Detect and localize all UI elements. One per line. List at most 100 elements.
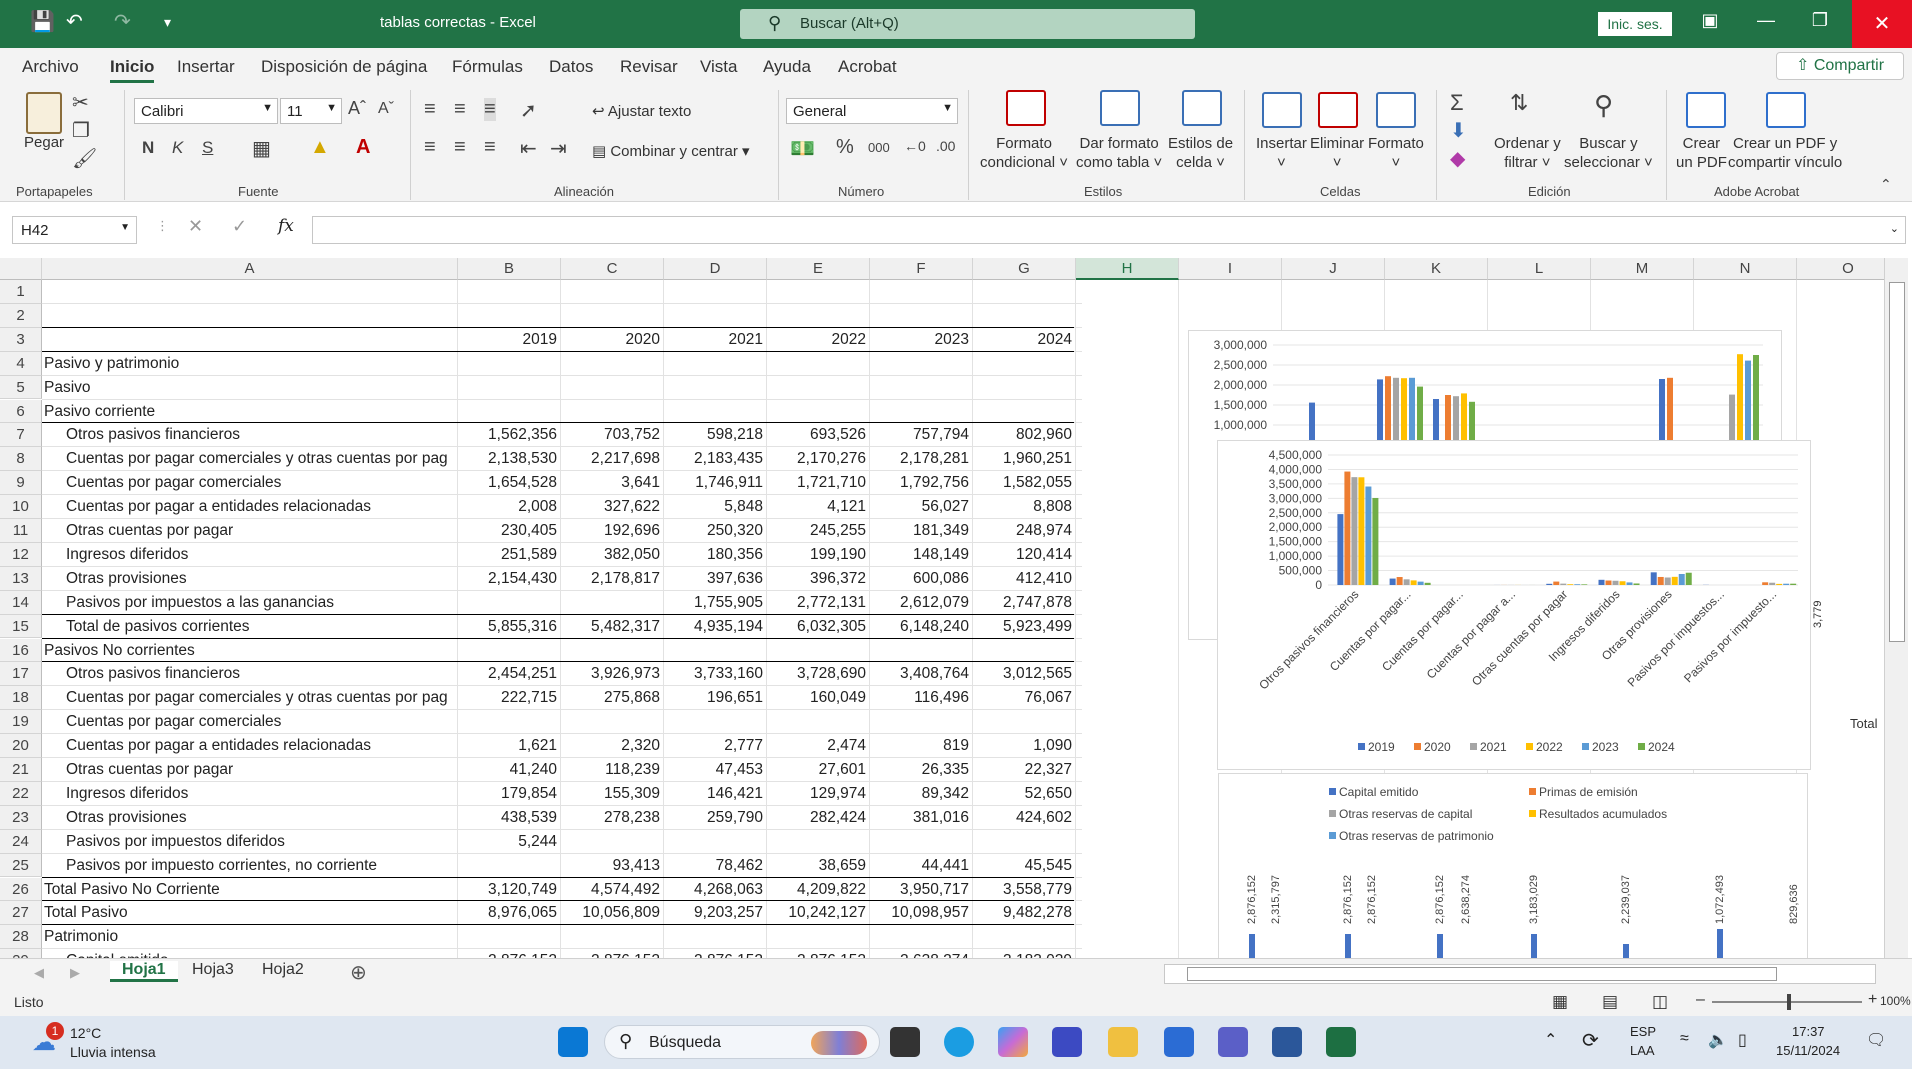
lang-layout[interactable]: LAA — [1630, 1043, 1655, 1058]
value-cell[interactable] — [767, 376, 870, 400]
tab-insertar[interactable]: Insertar — [177, 57, 235, 77]
bar-2019-0[interactable] — [1337, 514, 1344, 585]
value-cell[interactable]: 129,974 — [767, 782, 870, 806]
chart-patrimonio[interactable]: Capital emitido Primas de emisión Otras re… — [1218, 773, 1808, 958]
value-cell[interactable] — [767, 304, 870, 328]
customize-quick-access-icon[interactable]: ▾ — [164, 12, 171, 32]
value-cell[interactable] — [664, 639, 767, 663]
taskbar-search[interactable]: ⚲ Búsqueda — [604, 1025, 880, 1059]
value-cell[interactable]: 2,876,152 — [767, 949, 870, 958]
value-cell[interactable] — [870, 830, 973, 854]
bar-2023-8[interactable] — [1783, 583, 1790, 585]
value-cell[interactable]: 1,960,251 — [973, 447, 1076, 471]
value-cell[interactable]: 2021 — [664, 328, 767, 352]
redo-icon[interactable]: ↷ — [114, 12, 131, 32]
value-cell[interactable]: 2,154,430 — [458, 567, 561, 591]
row-header[interactable]: 12 — [0, 542, 42, 567]
bar-2022-1[interactable] — [1410, 580, 1417, 585]
value-cell[interactable]: 22,327 — [973, 758, 1076, 782]
ribbon-display-icon[interactable]: ▣ — [1690, 10, 1730, 31]
shrink-font-icon[interactable]: Aˇ — [378, 100, 394, 118]
row-header[interactable]: 13 — [0, 566, 42, 591]
value-cell[interactable]: 819 — [870, 734, 973, 758]
row-header[interactable]: 3 — [0, 327, 42, 352]
start-icon[interactable] — [558, 1027, 588, 1057]
value-cell[interactable]: 248,974 — [973, 519, 1076, 543]
row-header[interactable]: 14 — [0, 590, 42, 615]
value-cell[interactable]: 2020 — [561, 328, 664, 352]
value-cell[interactable]: 251,589 — [458, 543, 561, 567]
bar-2022-6[interactable] — [1671, 576, 1678, 585]
value-cell[interactable]: 1,090 — [973, 734, 1076, 758]
sign-in-button[interactable]: Inic. ses. — [1598, 12, 1672, 36]
excel-icon[interactable] — [1326, 1027, 1356, 1057]
bar-2020-1[interactable] — [1396, 577, 1403, 585]
value-cell[interactable]: 3,950,717 — [870, 878, 973, 902]
value-cell[interactable]: 199,190 — [767, 543, 870, 567]
row-label[interactable] — [44, 328, 456, 352]
value-cell[interactable]: 3,408,764 — [870, 662, 973, 686]
value-cell[interactable] — [767, 400, 870, 424]
row-header[interactable]: 15 — [0, 614, 42, 639]
value-cell[interactable]: 1,792,756 — [870, 471, 973, 495]
bar-stub[interactable] — [1249, 934, 1255, 958]
row-label[interactable]: Pasivo y patrimonio — [44, 352, 456, 376]
bar-2019-1[interactable] — [1389, 578, 1396, 585]
column-header-e[interactable]: E — [767, 258, 870, 280]
value-cell[interactable]: 5,923,499 — [973, 615, 1076, 639]
value-cell[interactable] — [767, 352, 870, 376]
row-label[interactable]: Pasivos por impuestos a las ganancias — [66, 591, 456, 615]
value-cell[interactable] — [561, 280, 664, 304]
row-header[interactable]: 5 — [0, 375, 42, 400]
value-cell[interactable]: 3,120,749 — [458, 878, 561, 902]
column-header-a[interactable]: A — [42, 258, 458, 280]
insert-cells-button[interactable]: Insertar ˅ — [1256, 134, 1307, 172]
value-cell[interactable]: 10,098,957 — [870, 901, 973, 925]
copy-icon[interactable]: ❐ — [72, 118, 90, 143]
bar-2019-6[interactable] — [1650, 572, 1657, 585]
row-label[interactable]: Cuentas por pagar comerciales — [66, 471, 456, 495]
clock-date[interactable]: 15/11/2024 — [1776, 1043, 1840, 1058]
value-cell[interactable]: 4,935,194 — [664, 615, 767, 639]
value-cell[interactable] — [870, 376, 973, 400]
cut-icon[interactable]: ✂ — [72, 90, 89, 115]
task-view-icon[interactable] — [890, 1027, 920, 1057]
bar-2024-0[interactable] — [1372, 497, 1379, 585]
value-cell[interactable]: 76,067 — [973, 686, 1076, 710]
bar-2021-4[interactable] — [1560, 583, 1567, 585]
value-cell[interactable]: 282,424 — [767, 806, 870, 830]
value-cell[interactable]: 2019 — [458, 328, 561, 352]
teams-icon[interactable] — [1218, 1027, 1248, 1057]
value-cell[interactable]: 2,008 — [458, 495, 561, 519]
row-label[interactable]: Otros pasivos financieros — [66, 662, 456, 686]
bar-2024-6[interactable] — [1685, 572, 1692, 585]
horizontal-scrollbar[interactable] — [1164, 964, 1876, 984]
align-left-icon[interactable]: ≡ — [424, 136, 436, 159]
sheet-tab-hoja3[interactable]: Hoja3 — [192, 961, 234, 979]
value-cell[interactable] — [561, 710, 664, 734]
row-label[interactable] — [44, 280, 456, 304]
row-header[interactable]: 24 — [0, 829, 42, 854]
value-cell[interactable]: 381,016 — [870, 806, 973, 830]
value-cell[interactable]: 26,335 — [870, 758, 973, 782]
value-cell[interactable]: 598,218 — [664, 423, 767, 447]
bar-stub[interactable] — [1531, 934, 1537, 958]
paste-button[interactable]: Pegar — [24, 134, 64, 151]
row-label[interactable]: Ingresos diferidos — [66, 543, 456, 567]
row-label[interactable]: Cuentas por pagar comerciales — [66, 710, 456, 734]
wrap-text-button[interactable]: ↩ Ajustar texto — [592, 102, 691, 120]
row-label[interactable]: Total Pasivo — [44, 901, 456, 925]
value-cell[interactable]: 180,356 — [664, 543, 767, 567]
value-cell[interactable] — [664, 376, 767, 400]
tab-ayuda[interactable]: Ayuda — [763, 57, 811, 77]
delete-cells-button[interactable]: Eliminar ˅ — [1310, 134, 1364, 172]
value-cell[interactable]: 2,178,281 — [870, 447, 973, 471]
row-header[interactable]: 17 — [0, 662, 42, 687]
value-cell[interactable]: 6,032,305 — [767, 615, 870, 639]
row-label[interactable]: Otros pasivos financieros — [66, 423, 456, 447]
prev-sheet-icon[interactable]: ◀ — [34, 965, 44, 981]
value-cell[interactable]: 52,650 — [973, 782, 1076, 806]
bar-2020-4[interactable] — [1553, 581, 1560, 585]
collapse-ribbon-icon[interactable]: ⌃ — [1880, 176, 1892, 193]
tab-datos[interactable]: Datos — [549, 57, 593, 77]
